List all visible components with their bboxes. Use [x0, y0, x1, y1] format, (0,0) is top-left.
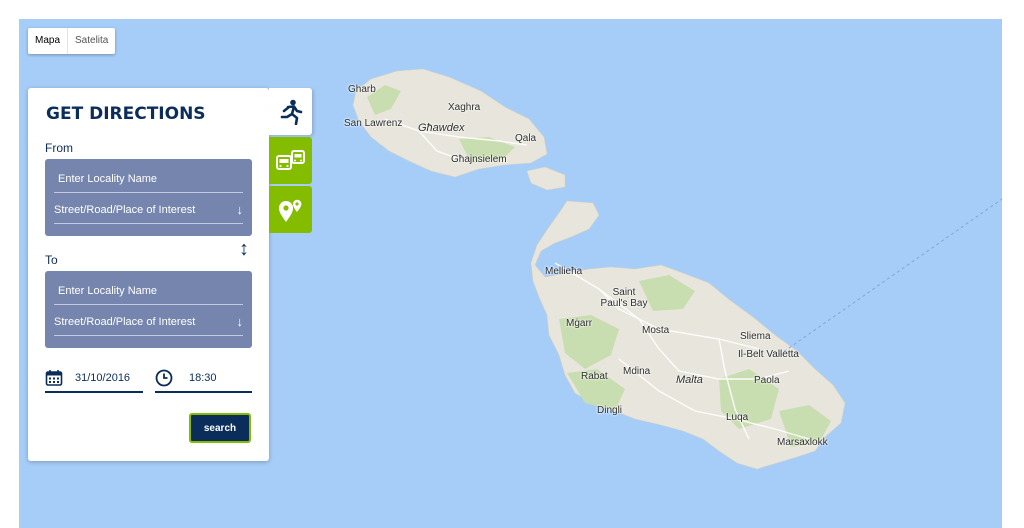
place-label-ghajnsielem: Għajnsielem: [451, 154, 507, 165]
place-label-dingli: Dingli: [597, 405, 623, 416]
date-value: 31/10/2016: [75, 372, 131, 384]
to-street-placeholder: Street/Road/Place of Interest: [54, 316, 196, 328]
place-label-luqa: Luqa: [726, 412, 749, 423]
clock-icon: [155, 369, 173, 387]
from-locality-input[interactable]: Enter Locality Name: [54, 165, 243, 193]
place-label-mosta: Mosta: [642, 325, 670, 336]
place-label-paola: Paola: [754, 375, 780, 386]
place-label-valletta: Il-Belt Valletta: [738, 349, 799, 360]
to-box: Enter Locality Name Street/Road/Place of…: [45, 271, 252, 348]
time-field[interactable]: 18:30: [155, 365, 252, 393]
walking-icon: [280, 99, 302, 125]
place-label-rabat: Rabat: [581, 371, 608, 382]
calendar-icon: [45, 370, 63, 386]
arrow-down-icon[interactable]: ↓: [237, 196, 244, 224]
place-label-mdina: Mdina: [623, 366, 651, 377]
from-label: From: [45, 141, 73, 155]
to-street-input[interactable]: Street/Road/Place of Interest ↓: [54, 308, 243, 336]
place-label-xaghra: Xaghra: [448, 102, 481, 113]
tab-places[interactable]: [269, 186, 312, 233]
from-box: Enter Locality Name Street/Road/Place of…: [45, 159, 252, 236]
place-pins-icon: [278, 199, 301, 222]
date-field[interactable]: 31/10/2016: [45, 365, 143, 393]
arrow-down-icon[interactable]: ↓: [237, 308, 244, 336]
place-label-marsaxlokk: Marsaxlokk: [777, 437, 828, 448]
map-type-control: Mapa Satelita: [28, 28, 116, 54]
place-label-mellieha: Mellieħa: [545, 266, 583, 277]
time-value: 18:30: [189, 372, 217, 384]
from-street-input[interactable]: Street/Road/Place of Interest ↓: [54, 196, 243, 224]
map-type-map-button[interactable]: Mapa: [28, 28, 69, 54]
to-label: To: [45, 253, 58, 267]
place-label-qala: Qala: [515, 133, 537, 144]
place-label-malta: Malta: [676, 374, 703, 386]
place-label-st-pauls-bay: Saint Paul's Bay: [600, 287, 648, 309]
bus-icon: [275, 149, 305, 170]
search-button[interactable]: search: [189, 413, 251, 443]
panel-title: GET DIRECTIONS: [46, 104, 206, 124]
place-label-mgarr: Mġarr: [566, 318, 593, 329]
tab-bus[interactable]: [269, 137, 312, 184]
to-locality-input[interactable]: Enter Locality Name: [54, 277, 243, 305]
place-label-san-lawrenz: San Lawrenz: [344, 118, 403, 129]
map-type-satellite-button[interactable]: Satelita: [68, 28, 115, 54]
tab-walking[interactable]: [269, 88, 312, 135]
place-label-ghawdex: Għawdex: [418, 122, 465, 134]
place-label-gharb: Gharb: [348, 84, 376, 95]
swap-direction-icon[interactable]: ↕: [239, 238, 249, 261]
from-street-placeholder: Street/Road/Place of Interest: [54, 204, 196, 216]
comino-island: [526, 166, 566, 191]
place-label-sliema: Sliema: [740, 331, 771, 342]
